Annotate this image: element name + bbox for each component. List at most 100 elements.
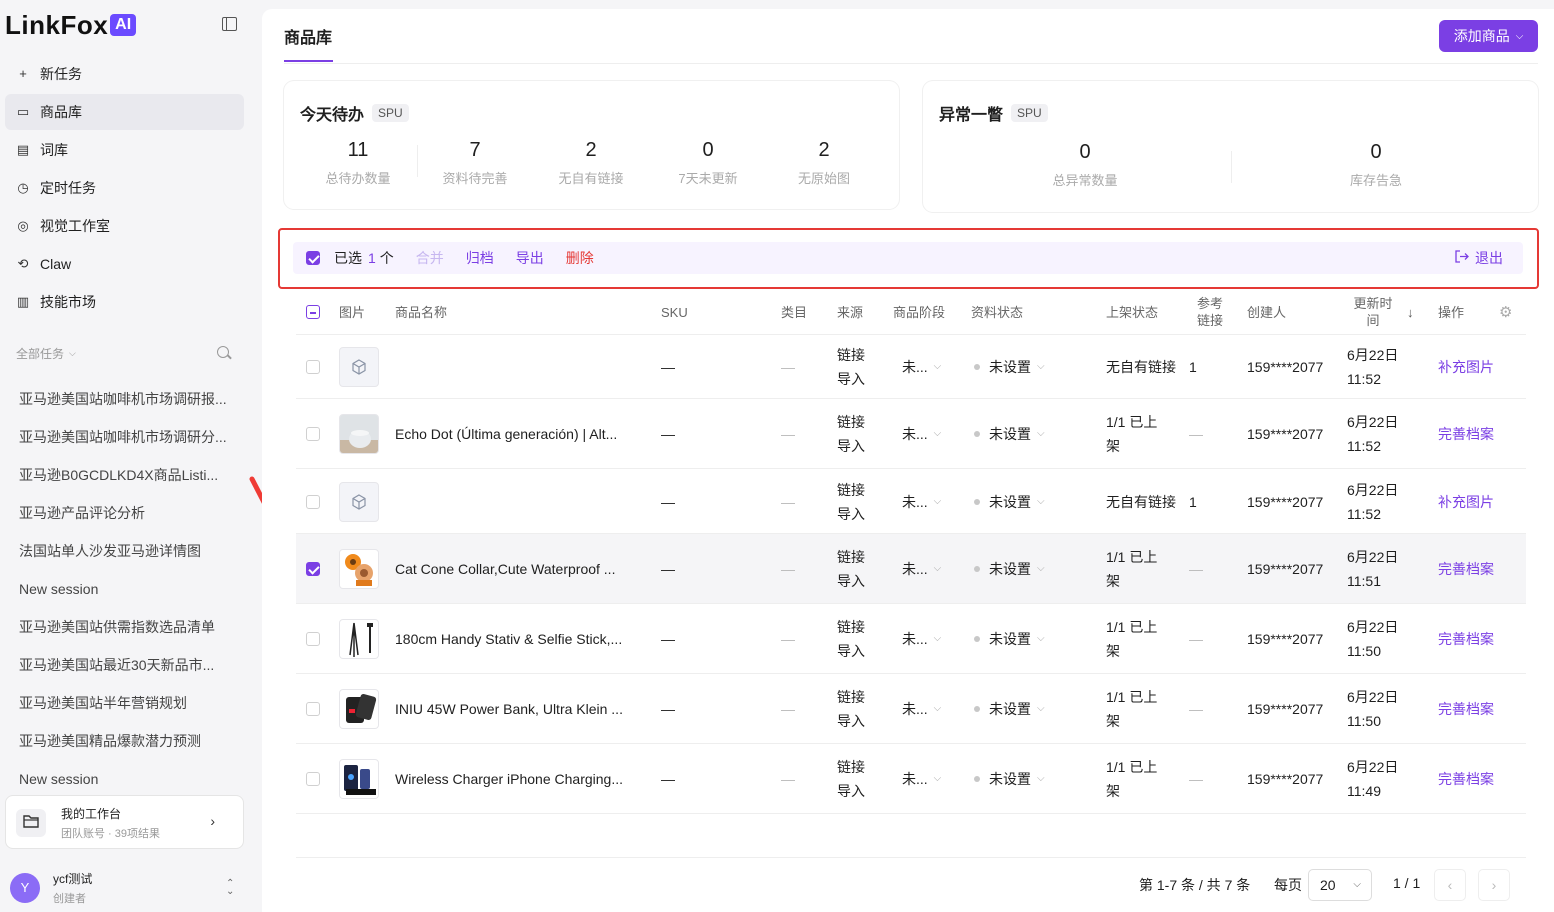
workspace-card[interactable]: 我的工作台 团队账号 · 39项结果 › (5, 795, 244, 849)
tab-product-library[interactable]: 商品库 (284, 24, 332, 48)
export-button[interactable]: 导出 (516, 248, 544, 268)
task-item[interactable]: 亚马逊美国站咖啡机市场调研分... (5, 418, 244, 456)
product-thumbnail[interactable] (339, 399, 379, 469)
product-thumbnail[interactable] (339, 534, 379, 604)
clock-icon: ◷ (17, 180, 29, 195)
stage-select[interactable]: 未... ⌵ (902, 335, 941, 399)
sidebar-item-0[interactable]: + 新任务 (5, 56, 244, 92)
task-item[interactable]: 亚马逊美国站最近30天新品市... (5, 646, 244, 684)
avatar[interactable]: Y (10, 873, 40, 903)
sidebar-collapse-icon[interactable] (222, 17, 237, 31)
table-row[interactable]: Cat Cone Collar,Cute Waterproof ... — — 链接导… (296, 534, 1526, 604)
task-item[interactable]: New session (5, 570, 244, 608)
stat-item[interactable]: 7 资料待完善 (425, 139, 525, 187)
select-all-checkbox[interactable] (306, 251, 320, 265)
product-name[interactable]: Echo Dot (Última generación) | Alt... (395, 399, 650, 469)
task-item[interactable]: 亚马逊美国精品爆款潜力预测 (5, 722, 244, 760)
row-action-link[interactable]: 完善档案 (1438, 534, 1494, 604)
search-icon[interactable] (217, 346, 229, 358)
row-checkbox[interactable] (306, 335, 320, 399)
product-name[interactable]: INIU 45W Power Bank, Ultra Klein ... (395, 674, 650, 744)
table-row[interactable]: INIU 45W Power Bank, Ultra Klein ... — — 链接… (296, 674, 1526, 744)
category-value: — (781, 493, 795, 510)
table-row[interactable]: Wireless Charger iPhone Charging... — — 链接导… (296, 744, 1526, 814)
table-row[interactable]: — — 链接导入 未... ⌵ 未设置 ⌵ 无自有链接 1 159****2077 6月22日 11:… (296, 469, 1526, 534)
per-page-select[interactable]: 20 ⌵ (1308, 869, 1372, 901)
row-action-link[interactable]: 完善档案 (1438, 399, 1494, 469)
stat-item[interactable]: 2 无自有链接 (541, 139, 641, 187)
product-thumbnail[interactable] (339, 469, 379, 534)
product-thumbnail[interactable] (339, 335, 379, 399)
sidebar-item-6[interactable]: ▥ 技能市场 (5, 284, 244, 320)
row-action-link[interactable]: 完善档案 (1438, 744, 1494, 814)
prev-page-button[interactable]: ‹ (1434, 869, 1466, 901)
stat-item[interactable]: 0 总异常数量 (1035, 141, 1135, 189)
data-status-select[interactable]: 未设置 ⌵ (974, 744, 1045, 814)
row-checkbox[interactable] (306, 534, 320, 604)
header-checkbox[interactable] (306, 289, 320, 335)
data-status-select[interactable]: 未设置 ⌵ (974, 469, 1045, 534)
stage-select[interactable]: 未... ⌵ (902, 744, 941, 814)
settings-gear-icon[interactable]: ⚙ (1499, 289, 1512, 335)
delete-button[interactable]: 删除 (566, 248, 594, 268)
exit-selection-button[interactable]: 退出 (1455, 248, 1503, 268)
stage-select[interactable]: 未... ⌵ (902, 674, 941, 744)
task-item[interactable]: 亚马逊美国站半年营销规划 (5, 684, 244, 722)
data-status-select[interactable]: 未设置 ⌵ (974, 674, 1045, 744)
table-row[interactable]: Echo Dot (Última generación) | Alt... — — 链… (296, 399, 1526, 469)
product-name[interactable] (395, 469, 650, 534)
product-thumbnail[interactable] (339, 744, 379, 814)
row-checkbox[interactable] (306, 674, 320, 744)
data-status-select[interactable]: 未设置 ⌵ (974, 399, 1045, 469)
stage-select[interactable]: 未... ⌵ (902, 399, 941, 469)
stat-item[interactable]: 0 7天未更新 (658, 139, 758, 187)
tasks-section-label[interactable]: 全部任务 ⌵ (16, 345, 76, 362)
stat-item[interactable]: 2 无原始图 (774, 139, 874, 187)
product-name[interactable]: 180cm Handy Stativ & Selfie Stick,... (395, 604, 650, 674)
data-status-select[interactable]: 未设置 ⌵ (974, 604, 1045, 674)
row-action-link[interactable]: 补充图片 (1438, 335, 1494, 399)
task-item[interactable]: 亚马逊B0GCDLKD4X商品Listi... (5, 456, 244, 494)
product-name[interactable]: Wireless Charger iPhone Charging... (395, 744, 650, 814)
row-checkbox[interactable] (306, 469, 320, 534)
data-status-select[interactable]: 未设置 ⌵ (974, 335, 1045, 399)
add-product-button[interactable]: 添加商品 ⌵ (1439, 20, 1538, 52)
stage-select[interactable]: 未... ⌵ (902, 534, 941, 604)
task-item[interactable]: 亚马逊美国站供需指数选品清单 (5, 608, 244, 646)
product-name[interactable] (395, 335, 650, 399)
sidebar-item-3[interactable]: ◷ 定时任务 (5, 170, 244, 206)
task-item[interactable]: 亚马逊美国站咖啡机市场调研报... (5, 380, 244, 418)
row-checkbox[interactable] (306, 604, 320, 674)
stage-select[interactable]: 未... ⌵ (902, 604, 941, 674)
col-sku: SKU (661, 304, 688, 320)
task-item[interactable]: New session (5, 760, 244, 798)
task-item[interactable]: 法国站单人沙发亚马逊详情图 (5, 532, 244, 570)
archive-button[interactable]: 归档 (466, 248, 494, 268)
table-row[interactable]: — — 链接导入 未... ⌵ 未设置 ⌵ 无自有链接 1 159****2077 6月22日 11:… (296, 335, 1526, 399)
sidebar-item-5[interactable]: ⟲ Claw (5, 246, 244, 282)
product-thumbnail[interactable] (339, 674, 379, 744)
col-updated[interactable]: 更新时间 (1349, 289, 1397, 335)
row-action-link[interactable]: 补充图片 (1438, 469, 1494, 534)
sidebar-item-1[interactable]: ▭ 商品库 (5, 94, 244, 130)
row-checkbox[interactable] (306, 399, 320, 469)
chevron-updown-icon[interactable]: ⌃ ⌄ (226, 879, 234, 897)
product-name[interactable]: Cat Cone Collar,Cute Waterproof ... (395, 534, 650, 604)
logo[interactable]: LinkFox AI (5, 10, 137, 40)
stat-item[interactable]: 11 总待办数量 (308, 139, 408, 187)
table-row[interactable]: 180cm Handy Stativ & Selfie Stick,... — — 链… (296, 604, 1526, 674)
task-item[interactable]: 亚马逊产品评论分析 (5, 494, 244, 532)
row-action-link[interactable]: 完善档案 (1438, 674, 1494, 744)
row-checkbox[interactable] (306, 744, 320, 814)
sort-arrow-icon[interactable]: ↓ (1407, 289, 1414, 335)
product-thumbnail[interactable] (339, 604, 379, 674)
row-action-link[interactable]: 完善档案 (1438, 604, 1494, 674)
stage-select[interactable]: 未... ⌵ (902, 469, 941, 534)
merge-button[interactable]: 合并 (416, 248, 444, 268)
data-status-select[interactable]: 未设置 ⌵ (974, 534, 1045, 604)
stat-item[interactable]: 0 库存告急 (1326, 141, 1426, 189)
next-page-button[interactable]: › (1478, 869, 1510, 901)
sidebar-item-2[interactable]: ▤ 词库 (5, 132, 244, 168)
sku-value: — (661, 561, 675, 577)
sidebar-item-4[interactable]: ◎ 视觉工作室 (5, 208, 244, 244)
